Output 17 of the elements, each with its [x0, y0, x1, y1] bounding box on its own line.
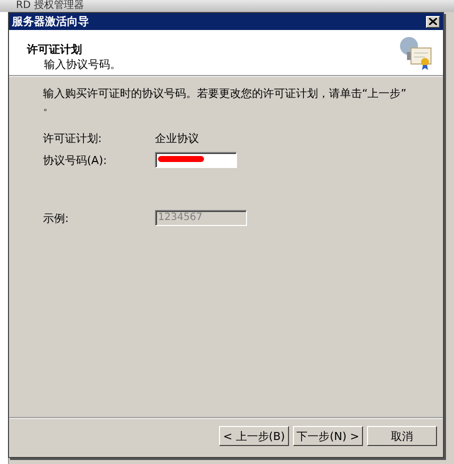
- wizard-button[interactable]: 下一步(N) >: [293, 426, 363, 446]
- field-label: 协议号码(A):: [43, 152, 108, 168]
- window-title: 服务器激活向导: [12, 14, 89, 29]
- close-button[interactable]: [426, 16, 440, 28]
- example-field: 1234567: [155, 210, 247, 226]
- window-title: RD 授权管理器: [16, 0, 84, 12]
- certificate-icon: [399, 34, 433, 70]
- wizard-button[interactable]: < 上一步(B): [219, 426, 289, 446]
- agreement-number-field[interactable]: [155, 152, 237, 168]
- field-label: 许可证计划:: [43, 130, 103, 146]
- field-label: 示例:: [43, 210, 70, 226]
- page-subtitle: 输入协议号码。: [44, 57, 121, 72]
- field-value: 企业协议: [155, 130, 199, 146]
- close-icon: [429, 18, 437, 25]
- page-title: 许可证计划: [27, 42, 83, 57]
- wizard-button[interactable]: 取消: [367, 426, 437, 446]
- instruction-text: 输入购买许可证时的协议号码。若要更改您的许可证计划，请单击“上一步” 。: [43, 87, 408, 113]
